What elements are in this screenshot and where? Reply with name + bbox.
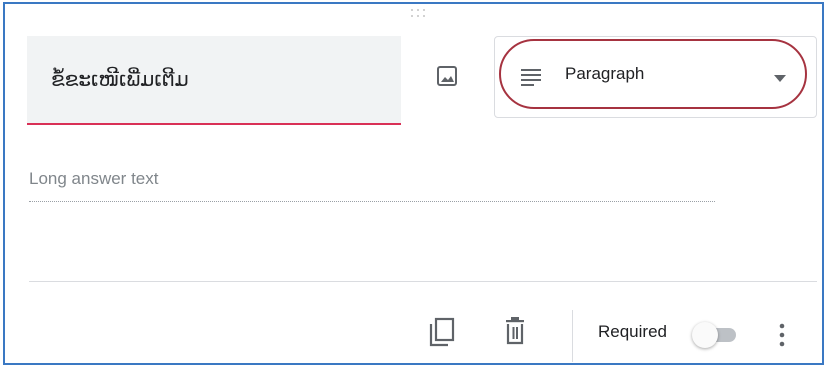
question-type-dropdown[interactable]: Paragraph [494,36,817,118]
more-vert-icon[interactable] [777,320,787,350]
question-title-text: ຂໍ້ຂະເໜີເພີ່ມເຕີມ [51,67,189,91]
drag-handle-icon[interactable] [410,8,428,20]
add-image-icon[interactable] [434,63,462,91]
footer-separator [572,310,573,362]
chevron-down-icon [773,71,787,82]
short-text-icon [519,65,543,89]
toggle-knob [692,322,718,348]
highlight-circle [499,39,807,109]
question-title-field[interactable]: ຂໍ້ຂະເໜີເພີ່ມເຕີມ [27,36,401,125]
trash-icon[interactable] [501,316,529,348]
duplicate-icon[interactable] [428,316,456,348]
question-type-label: Paragraph [565,64,645,83]
footer-divider [29,281,817,282]
required-toggle[interactable] [692,322,740,348]
question-card: ຂໍ້ຂະເໜີເພີ່ມເຕີມ Paragraph Long answer … [3,2,824,365]
required-label: Required [598,322,667,341]
answer-underline [29,201,715,202]
answer-placeholder: Long answer text [29,169,159,188]
